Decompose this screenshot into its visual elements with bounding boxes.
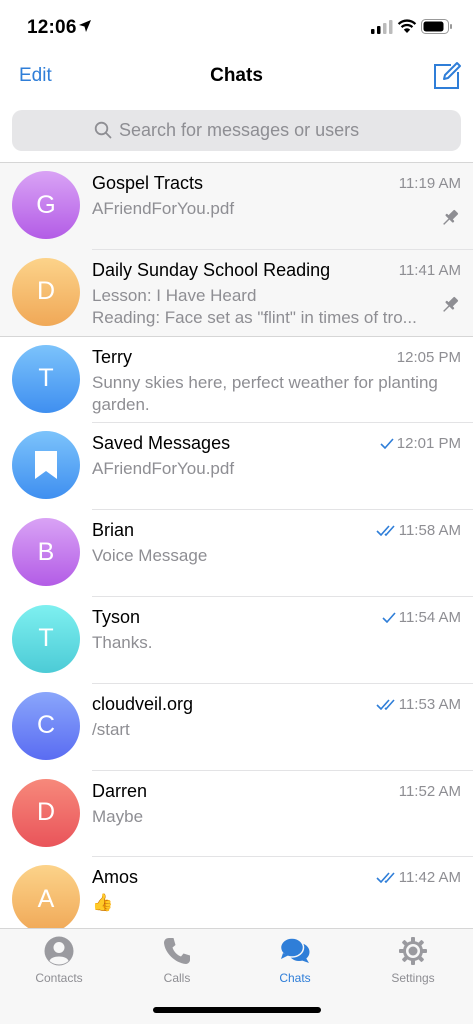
chat-preview: 👍 [92,892,432,914]
chat-row[interactable]: T Terry 12:05 PM Sunny skies here, perfect … [0,336,473,424]
pin-icon [443,296,459,312]
chat-name: Saved Messages [92,433,231,454]
chat-preview: Voice Message [92,545,432,567]
chat-preview: AFriendForYou.pdf [92,198,432,220]
page-title: Chats [210,65,263,86]
chat-preview-line: Thanks. [92,632,153,652]
chat-preview: Thanks. [92,632,432,654]
chat-name: Terry [92,346,132,367]
chat-row[interactable]: T Tyson 11:54 AM Thanks. [0,596,473,684]
cellular-signal-icon [371,20,393,34]
chat-preview: /start [92,719,432,741]
search-bar[interactable]: Search for messages or users [12,110,461,151]
home-indicator [153,1007,321,1013]
chat-row[interactable]: G Gospel Tracts 11:19 AM AFriendForYou.pdf [0,163,473,250]
avatar: T [12,604,80,673]
avatar [12,431,80,500]
chat-time: 11:19 AM [399,175,461,192]
chat-preview-line: AFriendForYou.pdf [92,459,235,479]
read-check-icon [376,872,395,884]
wifi-icon [397,19,417,33]
compose-icon[interactable] [431,60,463,92]
avatar: G [12,171,80,239]
chats-icon [279,937,310,963]
sent-check-icon [380,438,394,450]
tab-label: Calls [163,971,191,985]
tab-label: Settings [391,971,435,985]
navigation-bar: Edit Chats [0,52,473,100]
tab-calls[interactable]: Calls [118,935,236,985]
sent-check-icon [382,612,396,623]
read-check-icon [376,525,395,537]
status-bar: 12:06 [0,0,473,52]
chat-time-text: 11:53 AM [398,695,461,713]
chat-time-text: 11:42 AM [398,869,461,887]
chat-name: Brian [92,520,135,541]
chat-preview-line: /start [92,719,130,739]
contacts-icon [44,936,74,966]
chat-name: Amos [92,867,139,888]
chat-time: 11:41 AM [399,262,461,279]
chat-time: 12:05 PM [397,349,461,366]
search-input[interactable]: Search for messages or users [119,120,359,141]
avatar: D [12,778,80,847]
chat-preview: Maybe [92,806,432,828]
chat-time: 11:58 AM [376,522,461,539]
chat-time-text: 11:52 AM [398,782,461,800]
avatar: T [12,344,80,413]
chat-time-text: 12:05 PM [396,348,461,366]
chat-time: 11:52 AM [399,783,461,800]
read-check-icon [376,699,395,710]
avatar: C [12,691,80,760]
chat-preview-line: Maybe [92,806,144,826]
tab-label: Chats [279,971,311,985]
chat-name: Daily Sunday School Reading [92,259,331,280]
chat-preview: Sunny skies here, perfect weather for pl… [92,372,457,416]
status-time: 12:06 [27,17,77,38]
chat-preview-line: AFriendForYou.pdf [92,199,235,218]
gear-icon [399,937,427,965]
chat-preview-line: Reading: Face set as "flint" in times of… [92,307,417,327]
chat-name: cloudveil.org [92,693,194,714]
chat-preview: Lesson: I Have Heard Reading: Face set as… [92,285,457,329]
chat-list: G Gospel Tracts 11:19 AM AFriendForYou.pdf D… [0,163,473,945]
chat-time-text: 11:54 AM [398,608,461,626]
chat-name: Gospel Tracts [92,173,204,193]
chat-name: Tyson [92,606,141,627]
chat-preview-line: Sunny skies here, perfect weather for pl… [92,372,438,392]
chat-time: 11:54 AM [382,609,461,626]
chat-row[interactable]: Ccloudveil.org 11:53 AM/start [0,683,473,771]
battery-icon [421,19,452,34]
chat-preview-line: 👍 [92,893,114,913]
avatar: D [12,257,80,326]
phone-icon [164,938,190,964]
chat-preview-line: Voice Message [92,546,208,566]
tab-chats[interactable]: Chats [236,935,354,985]
chat-name: Darren [92,780,148,801]
chat-row[interactable]: Saved Messages 12:01 PM AFriendForYou.pdf [0,423,473,511]
search-icon [94,121,112,139]
pin-icon [443,209,459,225]
location-arrow-icon [79,20,91,32]
chat-time-text: 11:58 AM [398,522,461,540]
chat-row[interactable]: D Daily Sunday School Reading 11:41 AM Less… [0,249,473,337]
avatar: B [12,518,80,587]
chat-preview-line: Lesson: I Have Heard [92,285,257,305]
avatar: A [12,865,80,934]
chat-time: 11:53 AM [376,696,461,713]
chat-row[interactable]: D Darren 11:52 AM Maybe [0,770,473,858]
chat-time: 11:42 AM [376,869,461,886]
tab-contacts[interactable]: Contacts [0,935,118,985]
tab-settings[interactable]: Settings [354,935,472,985]
chat-preview: AFriendForYou.pdf [92,458,432,480]
chat-row[interactable]: B Brian 11:58 AM Voice Message [0,510,473,597]
chat-preview-line: garden. [92,394,150,414]
chat-time-text: 11:19 AM [398,175,461,192]
chat-time-text: 11:41 AM [398,261,461,279]
bookmark-icon [35,451,57,480]
tab-label: Contacts [35,971,83,985]
chat-time-text: 12:01 PM [396,435,461,453]
chat-time: 12:01 PM [380,435,461,452]
